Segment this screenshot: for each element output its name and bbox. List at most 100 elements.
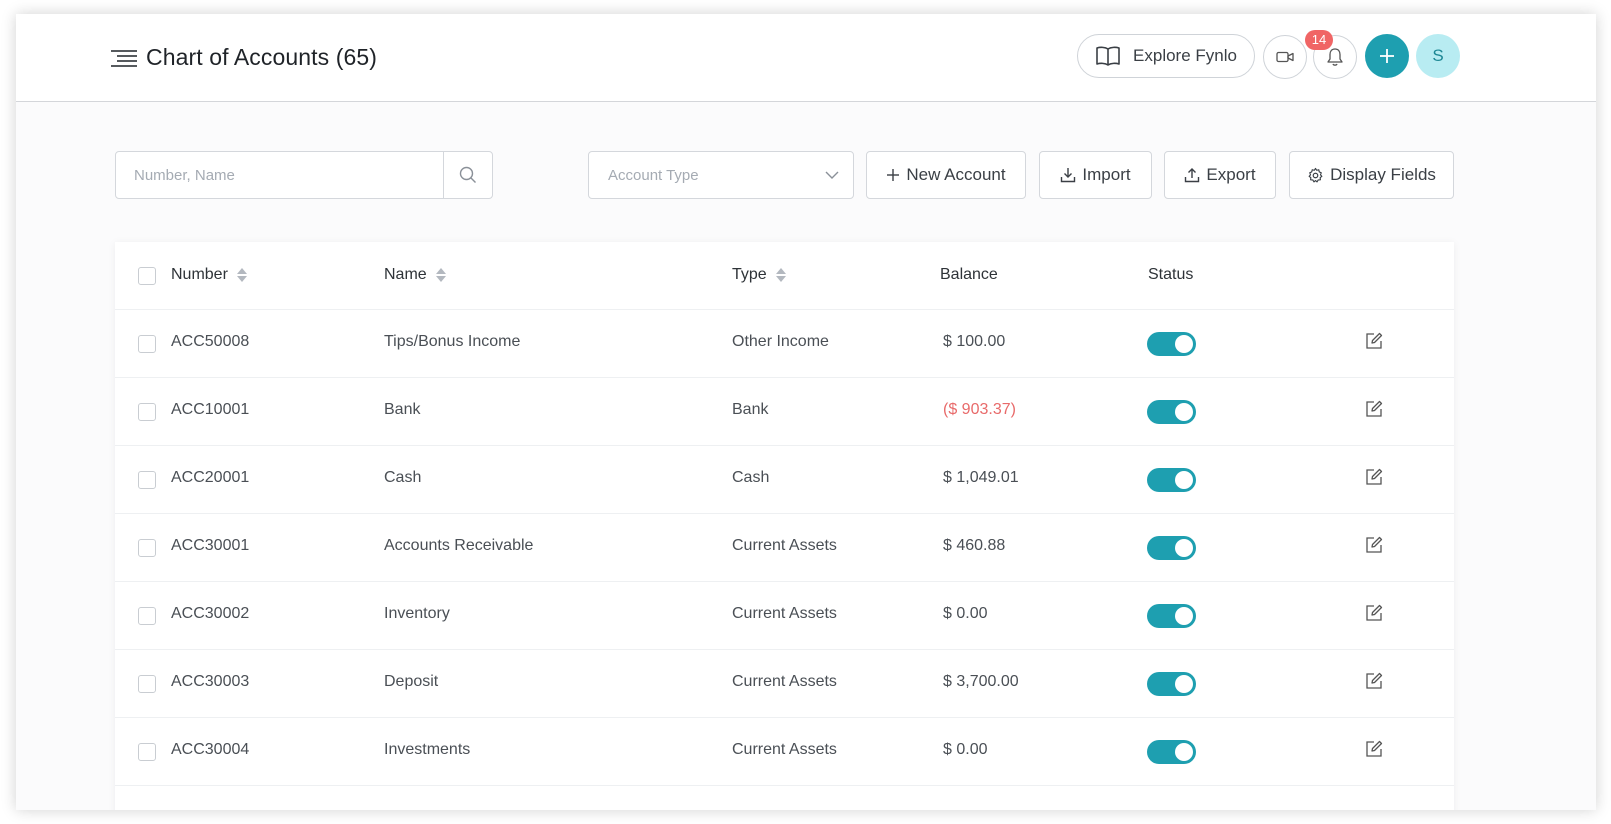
edit-icon[interactable] (1365, 400, 1383, 418)
plus-icon (887, 169, 900, 181)
download-icon (1061, 168, 1076, 183)
edit-icon[interactable] (1365, 536, 1383, 554)
status-toggle[interactable] (1147, 604, 1196, 628)
account-number[interactable]: ACC30004 (171, 741, 249, 759)
account-number[interactable]: ACC30001 (171, 537, 249, 555)
sort-icon[interactable] (435, 267, 447, 283)
search-input[interactable] (116, 152, 443, 198)
status-toggle[interactable] (1147, 468, 1196, 492)
account-type: Cash (732, 469, 770, 486)
app-window: Chart of Accounts (65) Explore Fynlo 14 (16, 14, 1596, 810)
column-balance-label: Balance (940, 266, 998, 283)
edit-icon[interactable] (1365, 468, 1383, 486)
account-balance: $ 100.00 (943, 333, 1006, 350)
table-header: Number Name Type Balance Status (115, 242, 1454, 310)
column-number-label: Number (171, 266, 228, 283)
account-number[interactable]: ACC10001 (171, 401, 249, 419)
table-row: ACC30002 Inventory Current Assets $ 0.00 (115, 582, 1454, 650)
account-type-placeholder: Account Type (608, 166, 699, 184)
search-icon (459, 166, 476, 183)
account-number[interactable]: ACC30003 (171, 673, 249, 691)
import-label: Import (1082, 165, 1131, 184)
account-number[interactable]: ACC30002 (171, 605, 249, 623)
table-row: ACC30004 Investments Current Assets $ 0.… (115, 718, 1454, 786)
plus-icon (1380, 49, 1394, 63)
accounts-table: Number Name Type Balance Status ACC50008… (115, 242, 1454, 810)
notification-badge: 14 (1305, 30, 1333, 50)
edit-icon[interactable] (1365, 672, 1383, 690)
account-type: Current Assets (732, 537, 837, 554)
search-button[interactable] (443, 152, 492, 198)
page-title: Chart of Accounts (65) (146, 44, 378, 70)
export-label: Export (1206, 165, 1256, 184)
row-checkbox[interactable] (138, 675, 156, 693)
account-name[interactable]: Tips/Bonus Income (384, 333, 520, 351)
table-row: ACC30003 Deposit Current Assets $ 3,700.… (115, 650, 1454, 718)
table-row: ACC20001 Cash Cash $ 1,049.01 (115, 446, 1454, 514)
top-bar: Chart of Accounts (65) Explore Fynlo 14 (16, 14, 1596, 102)
column-type-label: Type (732, 266, 767, 283)
account-name[interactable]: Deposit (384, 673, 438, 691)
edit-icon[interactable] (1365, 740, 1383, 758)
column-balance: Balance (940, 266, 998, 284)
display-fields-button[interactable]: Display Fields (1289, 151, 1454, 199)
column-status-label: Status (1148, 266, 1194, 283)
status-toggle[interactable] (1147, 672, 1196, 696)
account-name[interactable]: Inventory (384, 605, 450, 623)
sort-icon[interactable] (236, 267, 248, 283)
search-box (115, 151, 493, 199)
edit-icon[interactable] (1365, 332, 1383, 350)
account-type: Current Assets (732, 605, 837, 622)
column-name: Name (384, 266, 447, 284)
gear-icon (1308, 167, 1323, 182)
select-all-checkbox[interactable] (138, 267, 156, 285)
account-name[interactable]: Cash (384, 469, 421, 487)
menu-collapse-icon[interactable] (111, 50, 137, 68)
account-balance: $ 460.88 (943, 537, 1006, 554)
status-toggle[interactable] (1147, 536, 1196, 560)
account-type: Other Income (732, 333, 829, 350)
table-row: ACC50008 Tips/Bonus Income Other Income … (115, 310, 1454, 378)
user-avatar[interactable]: S (1416, 34, 1460, 78)
account-balance: $ 0.00 (943, 741, 988, 758)
account-name[interactable]: Accounts Receivable (384, 537, 533, 555)
status-toggle[interactable] (1147, 332, 1196, 356)
video-camera-icon (1276, 51, 1294, 63)
video-button[interactable] (1263, 35, 1307, 79)
upload-icon (1185, 168, 1200, 183)
row-checkbox[interactable] (138, 607, 156, 625)
column-name-label: Name (384, 266, 427, 283)
edit-icon[interactable] (1365, 604, 1383, 622)
status-toggle[interactable] (1147, 740, 1196, 764)
row-checkbox[interactable] (138, 471, 156, 489)
book-icon (1096, 46, 1120, 66)
status-toggle[interactable] (1147, 400, 1196, 424)
row-checkbox[interactable] (138, 403, 156, 421)
sort-icon[interactable] (775, 267, 787, 283)
account-balance: $ 3,700.00 (943, 673, 1019, 690)
column-number: Number (171, 266, 248, 284)
account-type-select[interactable]: Account Type (588, 151, 854, 199)
table-row: ACC10001 Bank Bank ($ 903.37) (115, 378, 1454, 446)
explore-fynlo-button[interactable]: Explore Fynlo (1077, 34, 1255, 78)
export-button[interactable]: Export (1164, 151, 1276, 199)
account-name[interactable]: Bank (384, 401, 420, 419)
account-number[interactable]: ACC50008 (171, 333, 249, 351)
account-balance: $ 0.00 (943, 605, 988, 622)
row-checkbox[interactable] (138, 743, 156, 761)
new-account-button[interactable]: New Account (866, 151, 1026, 199)
account-balance: $ 1,049.01 (943, 469, 1019, 486)
row-checkbox[interactable] (138, 539, 156, 557)
explore-fynlo-label: Explore Fynlo (1133, 46, 1237, 65)
bell-icon (1327, 48, 1343, 66)
row-checkbox[interactable] (138, 335, 156, 353)
quick-add-button[interactable] (1365, 34, 1409, 78)
chevron-down-icon (825, 171, 839, 179)
account-type: Current Assets (732, 673, 837, 690)
account-name[interactable]: Investments (384, 741, 470, 759)
column-type: Type (732, 266, 787, 284)
account-number[interactable]: ACC20001 (171, 469, 249, 487)
table-row: ACC30001 Accounts Receivable Current Ass… (115, 514, 1454, 582)
import-button[interactable]: Import (1039, 151, 1152, 199)
account-balance: ($ 903.37) (943, 401, 1016, 418)
